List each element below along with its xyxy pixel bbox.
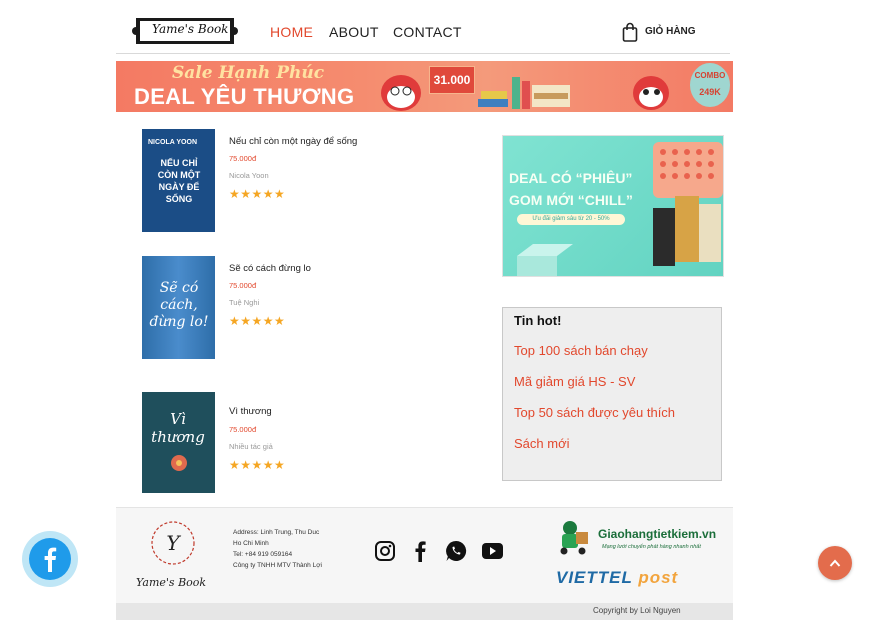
phone-line: Tel: +84 919 059164 — [233, 551, 293, 558]
rating-stars-icon: ★★★★★ — [229, 314, 286, 328]
facebook-circle — [29, 538, 71, 580]
company-line: Công ty TNHH MTV Thành Lợi — [233, 562, 322, 569]
delivery-man-icon — [560, 521, 588, 555]
product-price: 75.000đ — [229, 425, 257, 434]
books-stack-icon — [478, 77, 570, 109]
combo-price-tag: 31.000 — [429, 66, 475, 94]
cover-author: NICOLA YOON — [148, 139, 198, 146]
product-author: Nicola Yoon — [229, 171, 269, 180]
cover-title: Sẽ có cách, đừng lo! — [149, 280, 209, 330]
ad-discount-pill: Ưu đãi giảm sâu từ 20 - 50% — [517, 214, 625, 225]
facebook-f-icon — [44, 547, 57, 572]
product-title[interactable]: Vì thương — [229, 406, 272, 417]
promo-banner[interactable]: Sale Hạnh Phúc DEAL YÊU THƯƠNG 31.000 CO… — [116, 61, 733, 112]
product-price: 75.000đ — [229, 154, 257, 163]
logo-text: Yame's Book — [152, 22, 229, 36]
product-author: Tuệ Nghi — [229, 298, 260, 307]
book-cover[interactable]: NICOLA YOON NẾU CHỈ CÒN MỘT NGÀY ĐỂ SỐNG — [142, 129, 215, 232]
address-block: Address: Linh Trung, Thu Duc Ho Chi Minh… — [233, 527, 322, 571]
footer-logo-text: Yame's Book — [136, 576, 207, 589]
facebook-float-button[interactable] — [22, 531, 78, 587]
flower-icon — [171, 455, 187, 471]
footer-logo[interactable]: Y Yame's Book — [134, 518, 216, 594]
books-icon — [653, 196, 721, 266]
book-cover[interactable]: Vì thương — [142, 392, 215, 493]
ad-line1: DEAL CÓ “PHIÊU” — [509, 170, 633, 186]
nav-about[interactable]: ABOUT — [329, 24, 379, 40]
product-title[interactable]: Sẽ có cách đừng lo — [229, 263, 311, 274]
copyright-text: Copyright by Loi Nguyen — [593, 606, 681, 615]
podium-icon — [517, 244, 573, 276]
book-cover[interactable]: Sẽ có cách, đừng lo! — [142, 256, 215, 359]
combo-badge-line2: 249K — [699, 87, 721, 97]
combo-badge: COMBO 249K — [690, 63, 730, 107]
ghtk-slogan: Mạng lưới chuyển phát hàng nhanh nhất — [602, 544, 701, 550]
ghtk-logo-text[interactable]: Giaohangtietkiem.vn — [598, 527, 716, 541]
mascot-right-icon — [633, 76, 669, 110]
product-price: 75.000đ — [229, 281, 257, 290]
viettel-text: VIETTEL — [556, 568, 633, 587]
ad-line2: GOM MỚI “CHILL” — [509, 192, 633, 208]
product-author: Nhiều tác giả — [229, 442, 273, 451]
logo-emblem-icon: Y — [151, 521, 195, 565]
dot-grid-icon — [653, 142, 723, 198]
address-line: Ho Chi Minh — [233, 540, 269, 547]
back-to-top-button[interactable] — [818, 546, 852, 580]
header-divider — [116, 53, 730, 54]
banner-line1: Sale Hạnh Phúc — [172, 63, 325, 83]
chevron-up-icon — [829, 559, 841, 567]
product-title[interactable]: Nếu chỉ còn một ngày để sống — [229, 136, 357, 147]
instagram-icon[interactable] — [374, 540, 396, 562]
nav-home[interactable]: HOME — [270, 24, 313, 40]
hot-link[interactable]: Mã giảm giá HS - SV — [514, 374, 635, 389]
viettel-post-logo[interactable]: VIETTEL post — [556, 568, 678, 588]
hot-title: Tin hot! — [514, 313, 562, 328]
post-text: post — [638, 568, 679, 587]
cover-title: NẾU CHỈ CÒN MỘT NGÀY ĐỂ SỐNG — [157, 158, 201, 204]
facebook-icon[interactable] — [412, 540, 428, 562]
hot-link[interactable]: Top 100 sách bán chạy — [514, 343, 648, 358]
cart-label: GIỎ HÀNG — [645, 26, 696, 37]
copyright-bar: Copyright by Loi Nguyen — [116, 603, 733, 620]
rating-stars-icon: ★★★★★ — [229, 458, 286, 472]
site-logo[interactable]: Yame's Book — [132, 14, 238, 48]
address-line: Address: Linh Trung, Thu Duc — [233, 529, 320, 536]
deal-ad-banner[interactable]: DEAL CÓ “PHIÊU” GOM MỚI “CHILL” Ưu đãi g… — [502, 135, 724, 277]
footer: Y Yame's Book Address: Linh Trung, Thu D… — [116, 507, 733, 604]
cart-button[interactable]: GIỎ HÀNG — [622, 22, 702, 44]
rating-stars-icon: ★★★★★ — [229, 187, 286, 201]
nav-contact[interactable]: CONTACT — [393, 24, 462, 40]
hot-link[interactable]: Sách mới — [514, 436, 570, 451]
whatsapp-icon[interactable] — [445, 540, 467, 562]
hot-news-box: Tin hot! Top 100 sách bán chạy Mã giảm g… — [502, 307, 722, 481]
cover-title: Vì thương — [151, 410, 205, 446]
combo-badge-line1: COMBO — [694, 71, 726, 80]
hot-link[interactable]: Top 50 sách được yêu thích — [514, 405, 675, 420]
youtube-icon[interactable] — [482, 543, 503, 559]
banner-line2: DEAL YÊU THƯƠNG — [134, 84, 355, 109]
shopping-bag-icon — [622, 22, 638, 42]
mascot-left-icon — [381, 75, 421, 111]
svg-text:Y: Y — [166, 531, 181, 555]
